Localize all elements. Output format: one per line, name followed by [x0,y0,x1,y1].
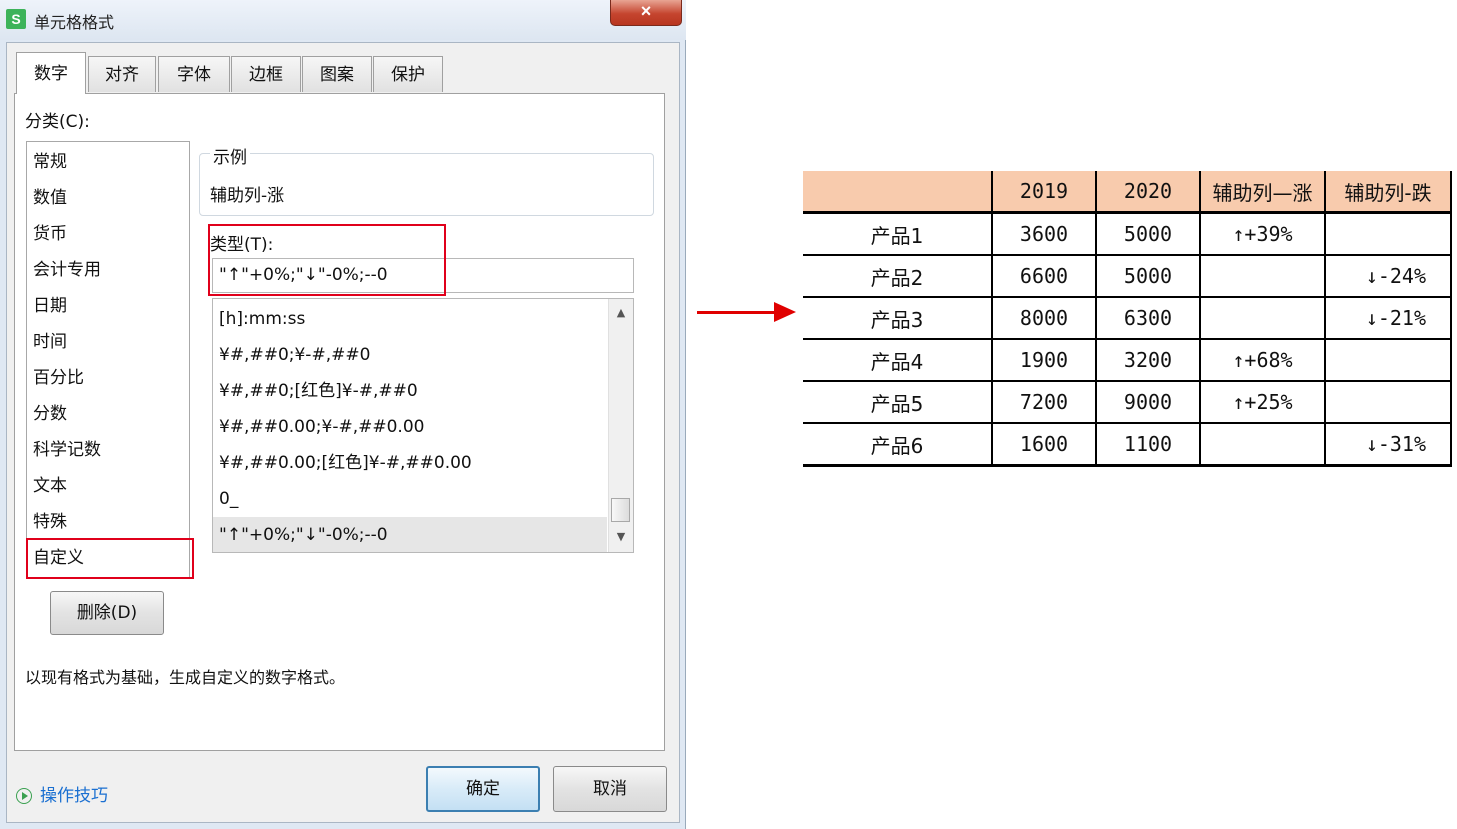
result-spreadsheet: 2019 2020 辅助列—涨 辅助列-跌 产品1 3600 5000 ↑+39… [803,171,1452,467]
title-bar[interactable]: S 单元格格式 × [0,0,686,40]
category-item-scientific[interactable]: 科学记数 [33,435,101,465]
format-item[interactable]: [h]:mm:ss [213,301,607,337]
format-item[interactable]: ¥#,##0.00;¥-#,##0.00 [213,409,607,445]
category-item-percentage[interactable]: 百分比 [33,363,84,393]
tips-link[interactable]: 操作技巧 [16,781,108,806]
table-cell[interactable]: ↑+68% [1200,339,1326,382]
table-cell[interactable]: 3200 [1096,339,1201,382]
header-cell[interactable] [803,171,993,214]
format-item-selected[interactable]: "↑"+0%;"↓"-0%;--0 [213,517,607,552]
category-item-fraction[interactable]: 分数 [33,399,67,429]
table-cell[interactable]: 5000 [1096,255,1201,298]
table-row: 产品1 3600 5000 ↑+39% [803,212,1452,256]
tab-alignment[interactable]: 对齐 [88,56,156,92]
format-item[interactable]: ¥#,##0.00;[红色]¥-#,##0.00 [213,445,607,481]
header-cell[interactable]: 辅助列-跌 [1325,171,1452,214]
table-cell[interactable]: ↑+25% [1200,381,1326,424]
ok-button[interactable]: 确定 [426,766,540,812]
table-cell[interactable]: 产品6 [803,423,993,467]
table-cell[interactable]: 产品5 [803,381,993,424]
table-cell[interactable]: 产品2 [803,255,993,298]
header-cell[interactable]: 2019 [992,171,1097,214]
category-list[interactable]: 常规 数值 货币 会计专用 日期 时间 百分比 分数 科学记数 文本 特殊 自定… [26,141,190,578]
table-cell[interactable]: 产品3 [803,297,993,340]
table-cell[interactable]: 9000 [1096,381,1201,424]
table-cell[interactable] [1325,339,1452,382]
table-cell[interactable] [1325,381,1452,424]
wps-app-icon: S [6,9,26,29]
sample-value: 辅助列-涨 [210,186,285,206]
table-row: 产品2 6600 5000 ↓-24% [803,255,1452,298]
table-cell[interactable]: 6600 [992,255,1097,298]
table-cell[interactable]: 3600 [992,212,1097,256]
cancel-button[interactable]: 取消 [553,766,667,812]
tab-border[interactable]: 边框 [231,56,301,92]
scroll-thumb[interactable] [611,498,630,522]
custom-format-description: 以现有格式为基础，生成自定义的数字格式。 [25,668,346,687]
table-cell[interactable]: ↓-24% [1325,255,1452,298]
table-cell[interactable]: 6300 [1096,297,1201,340]
category-item-time[interactable]: 时间 [33,327,67,357]
format-item[interactable]: ¥#,##0;[红色]¥-#,##0 [213,373,607,409]
header-row: 2019 2020 辅助列—涨 辅助列-跌 [803,171,1452,214]
dialog-title: 单元格格式 [34,13,115,32]
table-cell[interactable]: 1900 [992,339,1097,382]
play-circle-icon [16,788,32,804]
header-cell[interactable]: 辅助列—涨 [1200,171,1326,214]
table-cell[interactable]: 8000 [992,297,1097,340]
tab-protection[interactable]: 保护 [373,56,443,92]
table-cell[interactable]: 7200 [992,381,1097,424]
table-cell[interactable] [1200,255,1326,298]
sample-label: 示例 [210,143,250,168]
custom-category-highlight [26,538,194,579]
format-cells-dialog: S 单元格格式 × 数字 对齐 字体 边框 图案 保护 分类(C): 常规 数值… [0,0,686,829]
red-arrow-shaft [697,311,777,314]
category-label: 分类(C): [25,112,90,132]
tab-pattern[interactable]: 图案 [302,56,372,92]
table-cell[interactable]: ↑+39% [1200,212,1326,256]
format-item[interactable]: 0_ [213,481,607,517]
scroll-down-arrow-icon[interactable]: ▼ [609,525,633,549]
category-item-accounting[interactable]: 会计专用 [33,255,101,285]
table-cell[interactable]: 5000 [1096,212,1201,256]
scroll-up-arrow-icon[interactable]: ▲ [609,301,633,325]
close-button[interactable]: × [610,0,682,26]
table-cell[interactable]: ↓-21% [1325,297,1452,340]
format-list[interactable]: [h]:mm:ss ¥#,##0;¥-#,##0 ¥#,##0;[红色]¥-#,… [212,298,634,553]
format-list-scrollbar[interactable]: ▲ ▼ [608,299,633,552]
category-item-special[interactable]: 特殊 [33,507,67,537]
table-cell[interactable]: ↓-31% [1325,423,1452,467]
header-cell[interactable]: 2020 [1096,171,1201,214]
table-row: 产品3 8000 6300 ↓-21% [803,297,1452,340]
category-item-number[interactable]: 数值 [33,183,67,213]
table-row: 产品4 1900 3200 ↑+68% [803,339,1452,382]
tab-font[interactable]: 字体 [158,56,230,92]
table-row: 产品5 7200 9000 ↑+25% [803,381,1452,424]
tips-link-label: 操作技巧 [40,786,108,806]
category-item-text[interactable]: 文本 [33,471,67,501]
delete-button[interactable]: 删除(D) [50,591,164,635]
category-item-general[interactable]: 常规 [33,147,67,177]
red-arrow-right-icon [774,302,796,322]
tab-number[interactable]: 数字 [16,52,86,94]
table-cell[interactable] [1325,212,1452,256]
type-highlight [208,224,446,296]
table-cell[interactable]: 1600 [992,423,1097,467]
table-cell[interactable]: 产品4 [803,339,993,382]
category-item-date[interactable]: 日期 [33,291,67,321]
table-cell[interactable]: 1100 [1096,423,1201,467]
table-cell[interactable] [1200,423,1326,467]
category-item-currency[interactable]: 货币 [33,219,67,249]
format-item[interactable]: ¥#,##0;¥-#,##0 [213,337,607,373]
table-row: 产品6 1600 1100 ↓-31% [803,423,1452,467]
table-cell[interactable]: 产品1 [803,212,993,256]
table-cell[interactable] [1200,297,1326,340]
